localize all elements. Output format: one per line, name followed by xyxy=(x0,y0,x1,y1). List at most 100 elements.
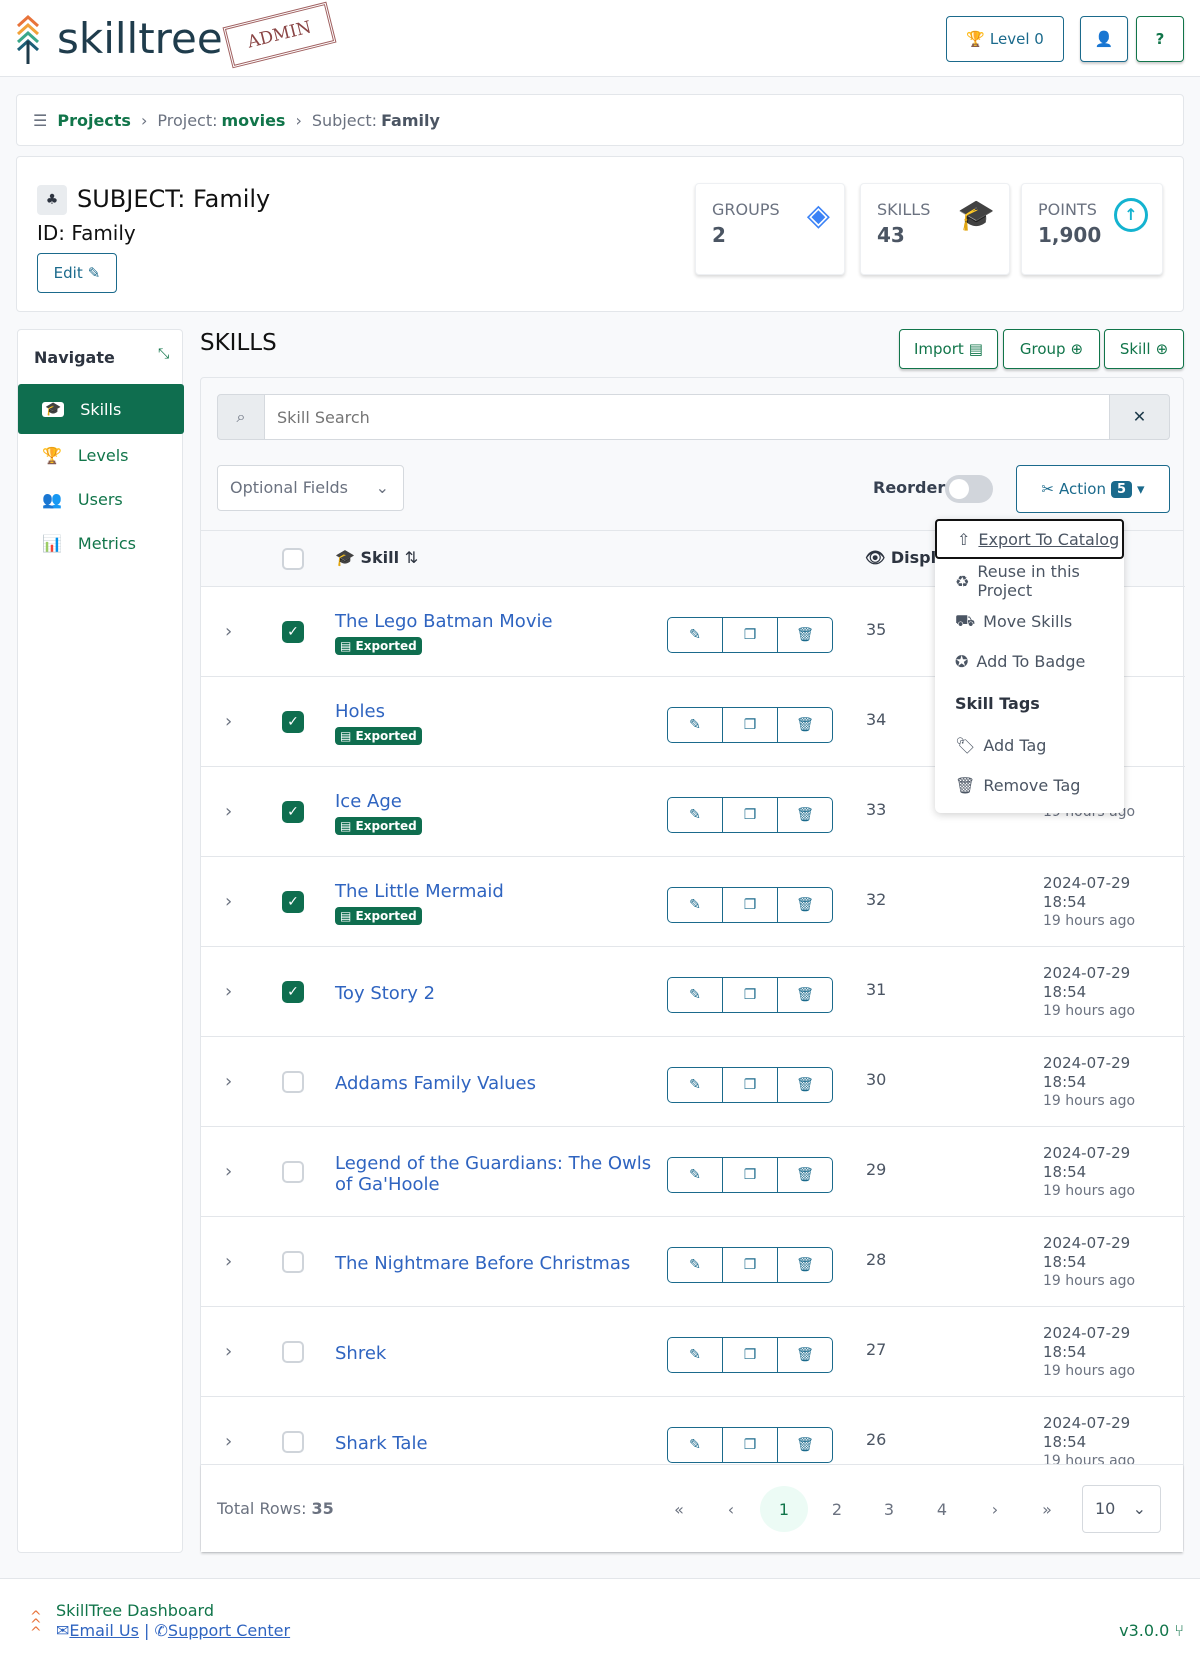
copy-skill-button[interactable]: ❐ xyxy=(723,978,778,1012)
copy-skill-button[interactable]: ❐ xyxy=(723,1248,778,1282)
copy-skill-button[interactable]: ❐ xyxy=(723,1338,778,1372)
menu-remove-tag[interactable]: 🗑 Remove Tag xyxy=(935,765,1124,805)
skill-name-link[interactable]: The Lego Batman Movie xyxy=(335,611,665,632)
menu-add-to-badge[interactable]: ✪ Add To Badge xyxy=(935,641,1124,681)
select-all-checkbox[interactable] xyxy=(282,548,304,570)
delete-skill-button[interactable]: 🗑 xyxy=(778,888,832,922)
clear-search-button[interactable]: ✕ xyxy=(1109,394,1170,440)
page-4-button[interactable]: 4 xyxy=(918,1486,966,1532)
user-button[interactable]: 👤 xyxy=(1080,16,1128,62)
nav-item-metrics[interactable]: 📊 Metrics xyxy=(18,518,184,568)
page-1-button[interactable]: 1 xyxy=(760,1486,808,1532)
row-checkbox[interactable] xyxy=(282,1071,304,1093)
delete-skill-button[interactable]: 🗑 xyxy=(778,978,832,1012)
page-3-button[interactable]: 3 xyxy=(865,1486,913,1532)
edit-skill-button[interactable]: ✎ xyxy=(668,888,723,922)
row-checkbox[interactable]: ✓ xyxy=(282,981,304,1003)
row-checkbox[interactable]: ✓ xyxy=(282,711,304,733)
edit-skill-button[interactable]: ✎ xyxy=(668,798,723,832)
delete-skill-button[interactable]: 🗑 xyxy=(778,798,832,832)
row-checkbox[interactable] xyxy=(282,1341,304,1363)
expand-chevron-icon[interactable]: › xyxy=(225,711,232,732)
copy-skill-button[interactable]: ❐ xyxy=(723,888,778,922)
skill-name-link[interactable]: Holes xyxy=(335,701,665,722)
skill-name-link[interactable]: Ice Age xyxy=(335,791,665,812)
copy-skill-button[interactable]: ❐ xyxy=(723,618,778,652)
action-button[interactable]: ✂ Action 5 ▾ xyxy=(1016,465,1170,513)
skill-name-link[interactable]: Shark Tale xyxy=(335,1433,665,1454)
delete-skill-button[interactable]: 🗑 xyxy=(778,708,832,742)
skill-name-link[interactable]: Addams Family Values xyxy=(335,1073,665,1094)
skill-search-input[interactable] xyxy=(264,394,1110,440)
skill-column-header[interactable]: 🎓 Skill ⇅ xyxy=(335,548,418,567)
row-checkbox[interactable] xyxy=(282,1431,304,1453)
add-skill-button[interactable]: Skill ⊕ xyxy=(1104,329,1184,369)
edit-skill-button[interactable]: ✎ xyxy=(668,978,723,1012)
delete-skill-button[interactable]: 🗑 xyxy=(778,618,832,652)
copy-skill-button[interactable]: ❐ xyxy=(723,1068,778,1102)
menu-move-skills[interactable]: ⛟ Move Skills xyxy=(935,601,1124,641)
skill-name-link[interactable]: Toy Story 2 xyxy=(335,983,665,1004)
skill-name-link[interactable]: The Nightmare Before Christmas xyxy=(335,1253,665,1274)
edit-skill-button[interactable]: ✎ xyxy=(668,1338,723,1372)
reorder-toggle[interactable] xyxy=(945,475,993,503)
row-checkbox[interactable]: ✓ xyxy=(282,621,304,643)
row-checkbox[interactable]: ✓ xyxy=(282,891,304,913)
support-center-link[interactable]: Support Center xyxy=(168,1621,290,1640)
expand-chevron-icon[interactable]: › xyxy=(225,891,232,912)
skill-name-link[interactable]: Legend of the Guardians: The Owls of Ga'… xyxy=(335,1153,665,1195)
page-2-button[interactable]: 2 xyxy=(813,1486,861,1532)
email-us-link[interactable]: Email Us xyxy=(69,1621,139,1640)
delete-skill-button[interactable]: 🗑 xyxy=(778,1158,832,1192)
expand-chevron-icon[interactable]: › xyxy=(225,981,232,1002)
menu-export-to-catalog[interactable]: ⇧ Export To Catalog xyxy=(935,519,1124,559)
menu-reuse-in-project[interactable]: ♻ Reuse in this Project xyxy=(935,561,1124,601)
edit-skill-button[interactable]: ✎ xyxy=(668,1248,723,1282)
edit-subject-button[interactable]: Edit ✎ xyxy=(37,253,117,293)
help-button[interactable]: ? xyxy=(1136,16,1184,62)
next-page-button[interactable]: › xyxy=(971,1486,1019,1532)
nav-item-skills[interactable]: 🎓 Skills xyxy=(18,384,184,434)
breadcrumb-projects[interactable]: Projects xyxy=(57,111,131,130)
expand-chevron-icon[interactable]: › xyxy=(225,1161,232,1182)
breadcrumb-project[interactable]: movies xyxy=(222,111,286,130)
edit-skill-button[interactable]: ✎ xyxy=(668,1068,723,1102)
expand-chevron-icon[interactable]: › xyxy=(225,621,232,642)
skill-name-link[interactable]: Shrek xyxy=(335,1343,665,1364)
row-checkbox[interactable] xyxy=(282,1251,304,1273)
copy-skill-button[interactable]: ❐ xyxy=(723,1428,778,1462)
add-group-button[interactable]: Group ⊕ xyxy=(1003,329,1100,369)
copy-skill-button[interactable]: ❐ xyxy=(723,1158,778,1192)
menu-add-tag[interactable]: 🏷 Add Tag xyxy=(935,725,1124,765)
first-page-button[interactable]: « xyxy=(655,1486,703,1532)
optional-fields-select[interactable]: Optional Fields ⌄ xyxy=(217,465,404,511)
edit-skill-button[interactable]: ✎ xyxy=(668,618,723,652)
row-checkbox[interactable]: ✓ xyxy=(282,801,304,823)
delete-skill-button[interactable]: 🗑 xyxy=(778,1428,832,1462)
display-order: 27 xyxy=(866,1340,887,1359)
edit-skill-button[interactable]: ✎ xyxy=(668,708,723,742)
prev-page-button[interactable]: ‹ xyxy=(707,1486,755,1532)
import-button[interactable]: Import ▤ xyxy=(899,329,998,369)
skill-name-link[interactable]: The Little Mermaid xyxy=(335,881,665,902)
nav-item-levels[interactable]: 🏆 Levels xyxy=(18,430,184,480)
copy-skill-button[interactable]: ❐ xyxy=(723,798,778,832)
last-page-button[interactable]: » xyxy=(1023,1486,1071,1532)
delete-skill-button[interactable]: 🗑 xyxy=(778,1338,832,1372)
delete-skill-button[interactable]: 🗑 xyxy=(778,1248,832,1282)
copy-skill-button[interactable]: ❐ xyxy=(723,708,778,742)
edit-skill-button[interactable]: ✎ xyxy=(668,1158,723,1192)
collapse-icon[interactable]: ⤡ xyxy=(158,346,169,362)
edit-skill-button[interactable]: ✎ xyxy=(668,1428,723,1462)
expand-chevron-icon[interactable]: › xyxy=(225,1341,232,1362)
row-checkbox[interactable] xyxy=(282,1161,304,1183)
expand-chevron-icon[interactable]: › xyxy=(225,1251,232,1272)
expand-chevron-icon[interactable]: › xyxy=(225,1431,232,1452)
delete-skill-button[interactable]: 🗑 xyxy=(778,1068,832,1102)
nav-item-users[interactable]: 👥 Users xyxy=(18,474,184,524)
expand-chevron-icon[interactable]: › xyxy=(225,801,232,822)
side-nav: Navigate ⤡ 🎓 Skills 🏆 Levels 👥 Users 📊 Metri… xyxy=(17,329,184,1553)
level-button[interactable]: 🏆 Level 0 xyxy=(946,16,1064,62)
expand-chevron-icon[interactable]: › xyxy=(225,1071,232,1092)
page-size-select[interactable]: 10 ⌄ xyxy=(1082,1485,1161,1533)
